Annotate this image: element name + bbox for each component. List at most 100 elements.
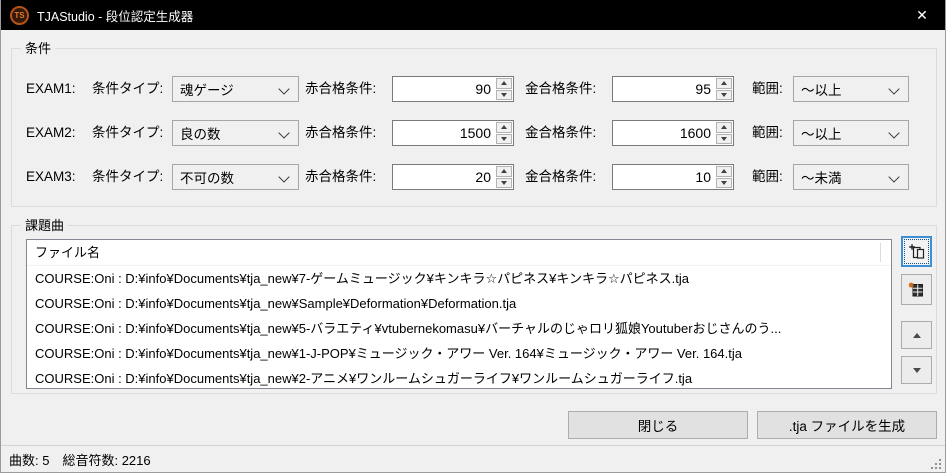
- chevron-down-icon: [888, 127, 900, 139]
- exam3-red-spinner: [496, 166, 512, 188]
- exam2-type-combobox[interactable]: 良の数: [172, 120, 299, 146]
- exam2-range-combobox[interactable]: ～以上: [793, 120, 909, 146]
- status-note-count: 総音符数: 2216: [62, 453, 151, 468]
- spin-down-icon: [501, 136, 507, 141]
- column-header-label: ファイル名: [35, 245, 101, 260]
- exam3-range-value: ～未満: [801, 171, 842, 186]
- exam3-gold-spinner: [716, 166, 732, 188]
- spin-down-button[interactable]: [716, 177, 732, 188]
- exam1-red-spinner: [496, 78, 512, 100]
- spin-up-icon: [501, 169, 507, 174]
- exam3-gold-label: 金合格条件:: [525, 169, 597, 184]
- spin-down-button[interactable]: [716, 89, 732, 100]
- exam2-range-value: ～以上: [801, 127, 842, 142]
- exam3-type-label: 条件タイプ:: [92, 169, 164, 184]
- close-button[interactable]: 閉じる: [568, 411, 748, 439]
- exam2-gold-numeric: [612, 120, 734, 146]
- exam1-type-value: 魂ゲージ: [180, 83, 234, 98]
- spin-up-icon: [721, 125, 727, 130]
- spin-up-button[interactable]: [716, 166, 732, 177]
- exam1-range-combobox[interactable]: ～以上: [793, 76, 909, 102]
- generate-tja-button[interactable]: .tja ファイルを生成: [757, 411, 937, 439]
- exam1-gold-numeric: [612, 76, 734, 102]
- move-up-button[interactable]: [901, 321, 932, 349]
- list-item[interactable]: COURSE:Oni : D:¥info¥Documents¥tja_new¥7…: [27, 266, 891, 291]
- chevron-down-icon: [278, 171, 290, 183]
- spin-up-icon: [721, 81, 727, 86]
- app-icon-badge: TS: [14, 10, 25, 20]
- exam2-type-label: 条件タイプ:: [92, 125, 164, 140]
- add-song-button[interactable]: [901, 236, 932, 267]
- status-bar: 曲数: 5 総音符数: 2216: [1, 445, 945, 472]
- exam2-gold-spinner: [716, 122, 732, 144]
- song-listview[interactable]: ファイル名 COURSE:Oni : D:¥info¥Documents¥tja…: [26, 239, 892, 389]
- exam1-type-combobox[interactable]: 魂ゲージ: [172, 76, 299, 102]
- status-song-count: 曲数: 5: [9, 453, 50, 468]
- songs-groupbox: 課題曲 ファイル名 COURSE:Oni : D:¥info¥Documents…: [11, 217, 937, 394]
- spin-down-button[interactable]: [496, 177, 512, 188]
- remove-song-button[interactable]: [901, 274, 932, 305]
- column-header-filename[interactable]: ファイル名: [27, 240, 891, 266]
- conditions-groupbox: 条件 EXAM1: 条件タイプ: 魂ゲージ 赤合格条件: 金合格条件:: [11, 40, 937, 207]
- exam1-red-label: 赤合格条件:: [305, 81, 377, 96]
- spin-up-icon: [501, 125, 507, 130]
- resize-grip[interactable]: [939, 467, 941, 469]
- generate-button-label: .tja ファイルを生成: [788, 419, 906, 434]
- exam1-label: EXAM1:: [26, 81, 76, 96]
- spin-up-button[interactable]: [716, 78, 732, 89]
- spin-down-icon: [501, 180, 507, 185]
- exam1-type-label: 条件タイプ:: [92, 81, 164, 96]
- spin-down-icon: [721, 180, 727, 185]
- exam2-type-value: 良の数: [180, 127, 221, 142]
- spin-up-button[interactable]: [496, 78, 512, 89]
- conditions-group-label: 条件: [21, 40, 56, 57]
- column-separator: [880, 243, 881, 262]
- list-item[interactable]: COURSE:Oni : D:¥info¥Documents¥tja_new¥1…: [27, 341, 891, 366]
- exam3-row: EXAM3: 条件タイプ: 不可の数 赤合格条件: 金合格条件:: [12, 164, 936, 190]
- exam3-range-combobox[interactable]: ～未満: [793, 164, 909, 190]
- exam1-red-numeric: [392, 76, 514, 102]
- exam3-range-label: 範囲:: [752, 169, 783, 184]
- spin-down-icon: [501, 92, 507, 97]
- close-window-button[interactable]: ✕: [899, 0, 945, 30]
- list-item[interactable]: COURSE:Oni : D:¥info¥Documents¥tja_new¥5…: [27, 316, 891, 341]
- spin-down-icon: [721, 92, 727, 97]
- list-item[interactable]: COURSE:Oni : D:¥info¥Documents¥tja_new¥S…: [27, 291, 891, 316]
- remove-song-icon: [908, 282, 923, 297]
- exam1-range-label: 範囲:: [752, 81, 783, 96]
- exam3-type-combobox[interactable]: 不可の数: [172, 164, 299, 190]
- exam2-red-numeric: [392, 120, 514, 146]
- spin-up-button[interactable]: [496, 166, 512, 177]
- exam2-red-spinner: [496, 122, 512, 144]
- exam1-row: EXAM1: 条件タイプ: 魂ゲージ 赤合格条件: 金合格条件:: [12, 76, 936, 102]
- window-title: TJAStudio - 段位認定生成器: [37, 9, 194, 24]
- exam3-red-label: 赤合格条件:: [305, 169, 377, 184]
- exam1-gold-label: 金合格条件:: [525, 81, 597, 96]
- close-icon: ✕: [916, 6, 928, 23]
- chevron-down-icon: [278, 127, 290, 139]
- move-down-button[interactable]: [901, 356, 932, 384]
- list-item[interactable]: COURSE:Oni : D:¥info¥Documents¥tja_new¥2…: [27, 366, 891, 391]
- move-down-icon: [912, 367, 921, 373]
- spin-down-icon: [721, 136, 727, 141]
- exam2-gold-label: 金合格条件:: [525, 125, 597, 140]
- chevron-down-icon: [888, 171, 900, 183]
- add-files-icon: [909, 244, 925, 259]
- spin-down-button[interactable]: [716, 133, 732, 144]
- exam2-label: EXAM2:: [26, 125, 76, 140]
- chevron-down-icon: [888, 83, 900, 95]
- exam2-range-label: 範囲:: [752, 125, 783, 140]
- app-window: TS TJAStudio - 段位認定生成器 ✕ 条件 EXAM1: 条件タイプ…: [0, 0, 946, 473]
- spin-down-button[interactable]: [496, 133, 512, 144]
- exam1-range-value: ～以上: [801, 83, 842, 98]
- spin-up-button[interactable]: [496, 122, 512, 133]
- titlebar: TS TJAStudio - 段位認定生成器 ✕: [1, 0, 945, 30]
- exam3-gold-numeric: [612, 164, 734, 190]
- exam2-row: EXAM2: 条件タイプ: 良の数 赤合格条件: 金合格条件:: [12, 120, 936, 146]
- spin-up-icon: [721, 169, 727, 174]
- app-icon: TS: [10, 5, 29, 25]
- songs-group-label: 課題曲: [21, 217, 69, 234]
- exam3-red-numeric: [392, 164, 514, 190]
- spin-down-button[interactable]: [496, 89, 512, 100]
- spin-up-button[interactable]: [716, 122, 732, 133]
